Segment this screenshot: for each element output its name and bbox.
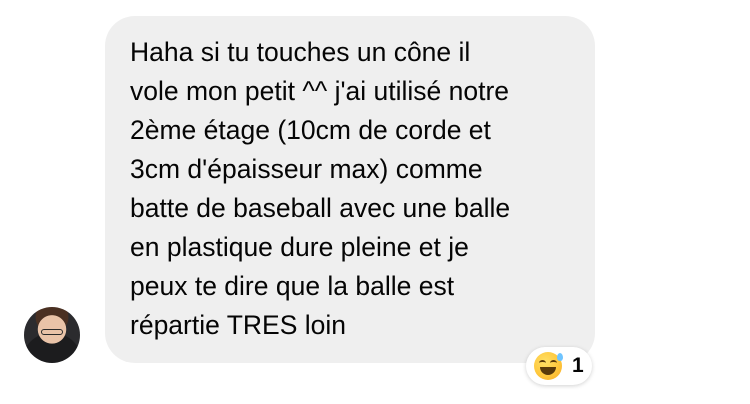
sender-avatar[interactable] (24, 307, 80, 363)
reaction-badge[interactable]: 1 (526, 347, 592, 385)
avatar-glasses (41, 329, 63, 335)
reaction-count: 1 (572, 354, 584, 377)
message-text: Haha si tu touches un cône il vole mon p… (130, 37, 511, 340)
message-bubble[interactable]: Haha si tu touches un cône il vole mon p… (105, 16, 595, 363)
message-thread: Haha si tu touches un cône il vole mon p… (0, 0, 750, 404)
laughing-sweat-emoji-icon (534, 352, 563, 380)
